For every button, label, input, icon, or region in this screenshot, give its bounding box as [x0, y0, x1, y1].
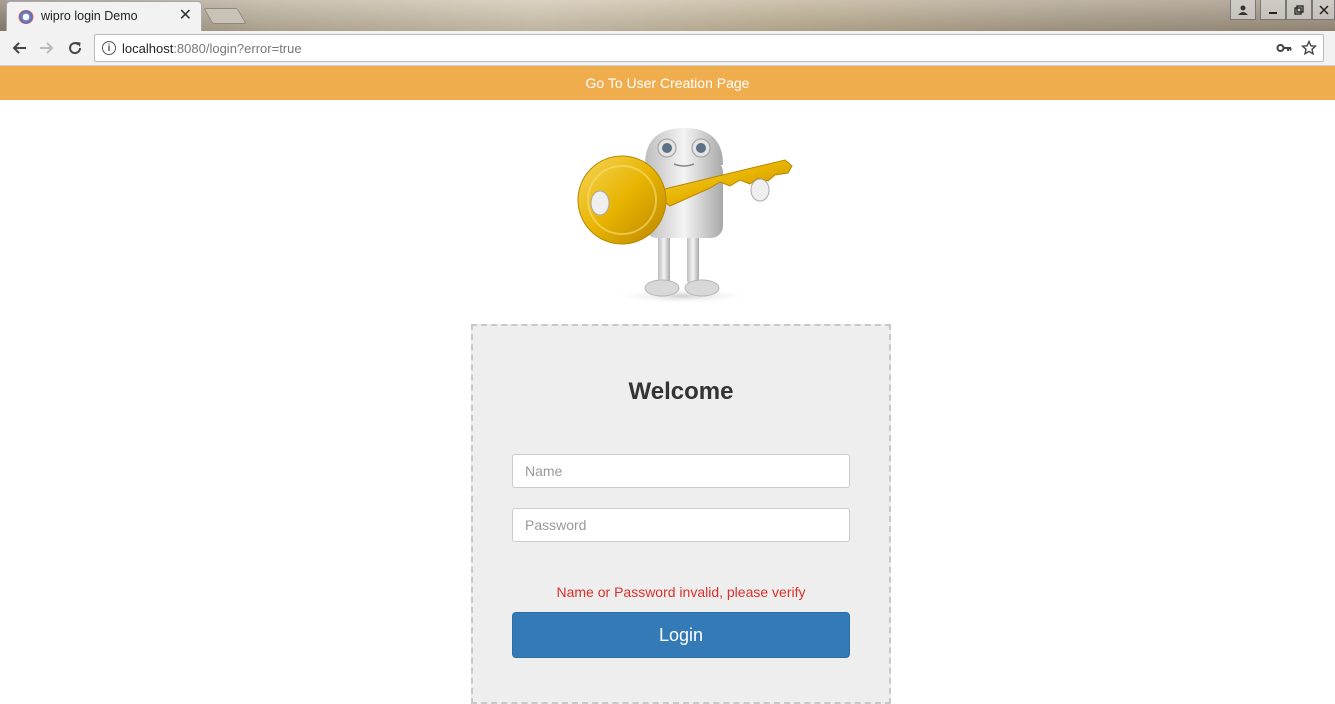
welcome-heading: Welcome [628, 378, 734, 405]
reload-icon[interactable] [64, 37, 86, 59]
user-profile-icon[interactable] [1230, 0, 1256, 20]
name-input[interactable] [512, 454, 850, 488]
wipro-favicon-icon [18, 10, 34, 24]
login-button[interactable]: Login [512, 612, 850, 658]
browser-tab[interactable]: wipro login Demo ✕ [6, 1, 202, 31]
user-creation-link[interactable]: Go To User Creation Page [586, 75, 750, 91]
url-text: localhost:8080/login?error=true [122, 41, 302, 56]
close-window-icon[interactable] [1312, 0, 1335, 20]
info-icon[interactable]: i [102, 41, 116, 55]
back-arrow-icon[interactable] [8, 37, 30, 59]
robot-key-illustration [577, 128, 793, 304]
restore-window-icon[interactable] [1286, 0, 1312, 20]
forward-arrow-icon[interactable] [36, 37, 58, 59]
star-icon[interactable] [1300, 39, 1318, 61]
key-icon[interactable] [1276, 40, 1292, 61]
minimize-window-icon[interactable] [1260, 0, 1286, 20]
login-error-message: Name or Password invalid, please verify [556, 584, 806, 600]
top-banner: Go To User Creation Page [0, 66, 1335, 100]
tab-close-icon[interactable]: ✕ [179, 7, 192, 25]
address-bar[interactable]: i localhost:8080/login?error=true [94, 34, 1324, 62]
tab-title: wipro login Demo [41, 9, 138, 23]
login-panel: Welcome Name or Password invalid, please… [471, 324, 891, 704]
password-input[interactable] [512, 508, 850, 542]
browser-toolbar: i localhost:8080/login?error=true [0, 31, 1335, 66]
